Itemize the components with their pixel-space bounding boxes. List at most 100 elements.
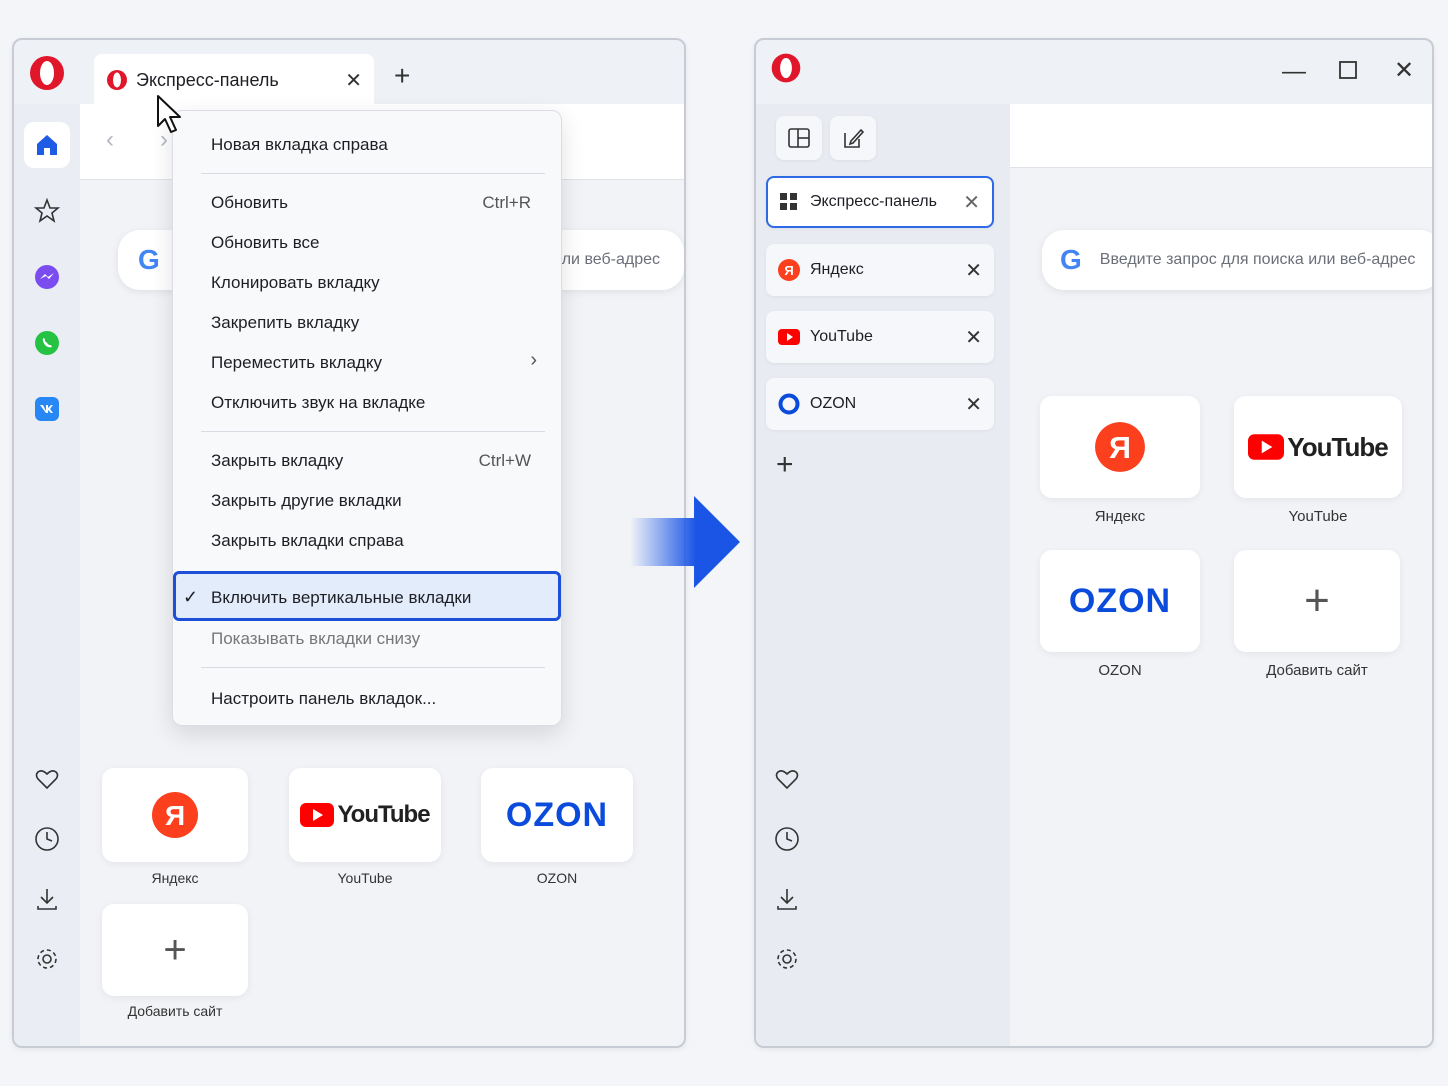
browser-window-horizontal-tabs: Экспресс-панель ✕ + ‹ › G ли веб-адрес Я…	[12, 38, 686, 1048]
yandex-icon: Я	[152, 792, 198, 838]
menu-divider	[201, 431, 545, 432]
menu-item-reload-all[interactable]: Обновить все	[211, 233, 320, 253]
vertical-tab-sidebar: Экспресс-панель ✕ Я Яндекс ✕ YouTube ✕ O…	[756, 104, 1010, 1046]
tab-label: YouTube	[810, 328, 873, 345]
edit-icon[interactable]	[830, 116, 876, 160]
menu-item-reload[interactable]: Обновить	[211, 193, 288, 213]
menu-item-new-tab-right[interactable]: Новая вкладка справа	[211, 135, 388, 155]
menu-item-move-tab[interactable]: Переместить вкладку	[211, 353, 382, 373]
downloads-icon[interactable]	[764, 876, 810, 922]
vertical-tab-speed-dial[interactable]: Экспресс-панель ✕	[766, 176, 994, 228]
google-icon: G	[138, 244, 160, 275]
menu-item-bottom-tabs[interactable]: Показывать вкладки снизу	[211, 629, 420, 649]
tile-label: Яндекс	[151, 870, 199, 886]
speed-dial-tile-youtube[interactable]: YouTube	[1234, 396, 1402, 498]
vertical-tab-yandex[interactable]: Я Яндекс ✕	[766, 244, 994, 296]
history-clock-icon[interactable]	[764, 816, 810, 862]
tile-label: YouTube	[337, 870, 393, 886]
tile-label: OZON	[536, 870, 578, 886]
menu-item-vertical-tabs[interactable]: Включить вертикальные вкладки	[211, 588, 471, 608]
ozon-wordmark: OZON	[505, 795, 609, 834]
plus-icon: +	[163, 927, 187, 972]
tab-label: OZON	[810, 395, 857, 412]
close-window-icon[interactable]: ✕	[1394, 56, 1414, 85]
downloads-icon[interactable]	[24, 876, 70, 922]
tab-speed-dial[interactable]: Экспресс-панель ✕	[94, 54, 374, 106]
speed-dial-tile-yandex[interactable]: Я	[1040, 396, 1200, 498]
menu-item-clone-tab[interactable]: Клонировать вкладку	[211, 273, 380, 293]
maximize-icon[interactable]	[1338, 60, 1358, 80]
tile-label: OZON	[1098, 662, 1142, 679]
speed-dial-tile-youtube[interactable]: YouTube	[289, 768, 441, 862]
menu-divider	[201, 173, 545, 174]
close-tab-icon[interactable]: ✕	[963, 190, 980, 215]
speed-dial-grid-icon	[780, 193, 797, 210]
menu-shortcut-close-tab: Ctrl+W	[478, 451, 531, 470]
close-tab-icon[interactable]: ✕	[965, 392, 982, 417]
youtube-icon	[300, 803, 335, 827]
plus-icon: +	[1304, 576, 1330, 625]
history-clock-icon[interactable]	[24, 816, 70, 862]
tile-label: Добавить сайт	[127, 1003, 223, 1019]
add-site-tile[interactable]: +	[1234, 550, 1400, 652]
vertical-tab-ozon[interactable]: OZON ✕	[766, 378, 994, 430]
tile-label: Добавить сайт	[1266, 662, 1368, 679]
split-view-icon[interactable]	[776, 116, 822, 160]
whatsapp-icon[interactable]	[24, 320, 70, 366]
bookmarks-star-icon[interactable]	[24, 188, 70, 234]
ozon-wordmark: OZON	[1068, 581, 1172, 620]
google-icon: G	[1060, 244, 1082, 275]
ozon-icon	[778, 393, 800, 415]
new-tab-button[interactable]: +	[394, 62, 410, 90]
opera-logo-icon[interactable]	[28, 54, 66, 97]
sidebar	[14, 104, 80, 1046]
tile-label: Яндекс	[1094, 508, 1146, 525]
heart-icon[interactable]	[24, 756, 70, 802]
speed-dial-tile-yandex[interactable]: Я	[102, 768, 248, 862]
address-bar	[1010, 104, 1432, 168]
settings-gear-icon[interactable]	[764, 936, 810, 982]
speed-dial-tile-ozon[interactable]: OZON	[481, 768, 633, 862]
close-tab-icon[interactable]: ✕	[965, 258, 982, 283]
youtube-wordmark: YouTube	[337, 801, 430, 828]
checkmark-icon: ✓	[183, 587, 199, 607]
close-tab-icon[interactable]: ✕	[965, 325, 982, 350]
tile-label: YouTube	[1288, 508, 1348, 525]
menu-shortcut-reload: Ctrl+R	[482, 193, 531, 212]
youtube-icon	[1248, 434, 1285, 460]
youtube-wordmark: YouTube	[1287, 431, 1388, 462]
back-arrow-icon[interactable]: ‹	[106, 126, 114, 154]
menu-item-close-tab[interactable]: Закрыть вкладку	[211, 451, 343, 471]
yandex-letter: Я	[1109, 432, 1131, 465]
menu-item-close-right[interactable]: Закрыть вкладки справа	[211, 531, 404, 551]
opera-tab-icon	[107, 70, 127, 90]
menu-item-mute-tab[interactable]: Отключить звук на вкладке	[211, 393, 425, 413]
search-placeholder: ли веб-адрес	[561, 251, 660, 268]
vk-icon[interactable]	[24, 386, 70, 432]
menu-divider	[201, 667, 545, 668]
tab-label: Яндекс	[810, 261, 864, 278]
yandex-letter: Я	[784, 263, 793, 278]
minimize-icon[interactable]: —	[1282, 58, 1306, 86]
tab-label: Экспресс-панель	[810, 193, 937, 210]
messenger-icon[interactable]	[24, 254, 70, 300]
browser-window-vertical-tabs: — ✕ Экспресс-панель ✕ Я Яндекс ✕ YouTube…	[754, 38, 1434, 1048]
chevron-right-icon: ›	[530, 349, 537, 371]
home-icon[interactable]	[24, 122, 70, 168]
speed-dial-tile-ozon[interactable]: OZON	[1040, 550, 1200, 652]
close-tab-icon[interactable]: ✕	[345, 68, 362, 93]
new-tab-button[interactable]: +	[776, 450, 794, 480]
mouse-cursor-icon	[157, 95, 181, 133]
settings-gear-icon[interactable]	[24, 936, 70, 982]
vertical-tab-youtube[interactable]: YouTube ✕	[766, 311, 994, 363]
tab-title: Экспресс-панель	[136, 69, 279, 90]
search-input[interactable]: G Введите запрос для поиска или веб-адре…	[1042, 230, 1432, 290]
yandex-icon: Я	[1095, 422, 1145, 472]
menu-item-close-other[interactable]: Закрыть другие вкладки	[211, 491, 402, 511]
tab-context-menu: Новая вкладка справа Обновить Ctrl+R Обн…	[172, 110, 562, 726]
add-site-tile[interactable]: +	[102, 904, 248, 996]
opera-logo-icon[interactable]	[770, 52, 802, 89]
menu-item-pin-tab[interactable]: Закрепить вкладку	[211, 313, 359, 333]
heart-icon[interactable]	[764, 756, 810, 802]
menu-item-customize-tabbar[interactable]: Настроить панель вкладок...	[211, 689, 436, 709]
